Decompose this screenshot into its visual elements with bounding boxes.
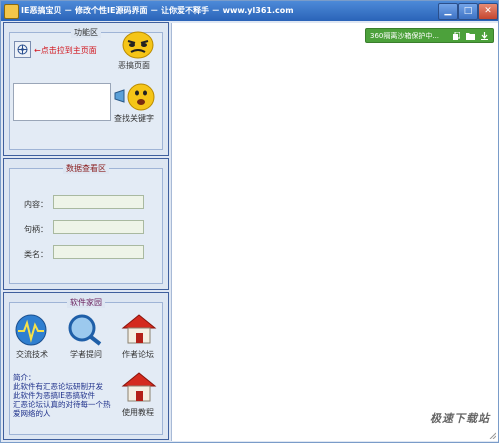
data-view-legend: 数据查看区 bbox=[63, 163, 109, 174]
window-title: IE恶搞宝贝 － 修改个性IE源码界面 － 让你爱不释手 － www.yl361… bbox=[21, 6, 294, 15]
intro-text: 简介： 此软件有汇恶论坛研制开发 此软件为恶搞IE恶搞软件 汇恶论坛认真的对待每… bbox=[13, 373, 111, 418]
tutorial-button[interactable] bbox=[121, 371, 157, 403]
prank-page-button[interactable] bbox=[121, 31, 155, 59]
watermark-text: 极速下载站 bbox=[430, 412, 490, 425]
crosshair-icon bbox=[17, 44, 28, 55]
function-area-legend: 功能区 bbox=[71, 27, 101, 38]
drag-hint-text: ←点击拉到主页面 bbox=[34, 46, 97, 55]
magnifier-icon bbox=[68, 314, 102, 346]
security-toolbar[interactable]: 360隔离沙箱保护中... bbox=[365, 28, 494, 43]
house-icon bbox=[121, 372, 157, 402]
app-icon bbox=[4, 4, 19, 19]
intro-line: 爱网络的人 bbox=[13, 409, 51, 418]
handle-label: 句柄： bbox=[24, 225, 48, 234]
minimize-icon: ▁ bbox=[444, 6, 452, 16]
tech-exchange-label: 交流技术 bbox=[16, 350, 48, 359]
ask-question-label: 学者提问 bbox=[70, 350, 102, 359]
author-forum-label: 作者论坛 bbox=[122, 350, 154, 359]
main-window: IE恶搞宝贝 － 修改个性IE源码界面 － 让你爱不释手 － www.yl361… bbox=[0, 0, 499, 443]
drag-target-button[interactable] bbox=[14, 41, 31, 58]
tutorial-label: 使用教程 bbox=[122, 408, 154, 417]
house-icon bbox=[121, 314, 157, 344]
software-home-group: 软件家园 交流技术 学者提问 作者论坛 简介： 此软件有汇恶论坛研制开发 此软件… bbox=[3, 292, 169, 440]
copy-icon[interactable] bbox=[452, 32, 460, 40]
title-bar[interactable]: IE恶搞宝贝 － 修改个性IE源码界面 － 让你爱不释手 － www.yl361… bbox=[1, 1, 498, 21]
download-icon[interactable] bbox=[481, 32, 488, 40]
angry-face-icon bbox=[122, 31, 154, 59]
target-preview-box bbox=[13, 83, 111, 121]
prank-page-label: 恶搞页面 bbox=[118, 61, 150, 70]
author-forum-button[interactable] bbox=[121, 313, 157, 345]
handle-field[interactable] bbox=[53, 220, 144, 234]
close-button[interactable]: ✕ bbox=[478, 3, 498, 20]
software-home-legend: 软件家园 bbox=[67, 297, 105, 308]
megaphone-face-icon bbox=[114, 83, 155, 111]
class-name-label: 类名： bbox=[24, 250, 48, 259]
ask-question-button[interactable] bbox=[67, 314, 103, 346]
resize-grip-icon[interactable] bbox=[488, 431, 496, 439]
intro-line: 简介： bbox=[13, 373, 36, 382]
tech-exchange-button[interactable] bbox=[14, 314, 48, 346]
left-panel: 功能区 ←点击拉到主页面 恶搞页面 查找关键字 数据查看区 内容： 句柄： 类名… bbox=[3, 22, 169, 440]
close-icon: ✕ bbox=[484, 6, 492, 16]
class-name-field[interactable] bbox=[53, 245, 144, 259]
find-keyword-label: 查找关键字 bbox=[114, 114, 154, 123]
data-view-frame: 数据查看区 内容： 句柄： 类名： bbox=[9, 163, 163, 284]
content-field[interactable] bbox=[53, 195, 144, 209]
pulse-orb-icon bbox=[15, 314, 47, 346]
function-area-frame: 功能区 ←点击拉到主页面 恶搞页面 查找关键字 bbox=[9, 27, 163, 150]
maximize-icon: □ bbox=[463, 6, 473, 16]
find-keyword-button[interactable] bbox=[114, 82, 158, 112]
intro-line: 此软件为恶搞IE恶搞软件 bbox=[13, 391, 95, 400]
intro-line: 此软件有汇恶论坛研制开发 bbox=[13, 382, 103, 391]
browser-view[interactable]: 360隔离沙箱保护中... 极速下载站 bbox=[171, 23, 498, 441]
intro-line: 汇恶论坛认真的对待每一个热 bbox=[13, 400, 111, 409]
data-view-group: 数据查看区 内容： 句柄： 类名： bbox=[3, 158, 169, 290]
security-status-text: 360隔离沙箱保护中... bbox=[370, 32, 440, 40]
content-label: 内容： bbox=[24, 200, 48, 209]
function-area-group: 功能区 ←点击拉到主页面 恶搞页面 查找关键字 bbox=[3, 22, 169, 156]
minimize-button[interactable]: ▁ bbox=[438, 3, 458, 20]
software-home-frame: 软件家园 交流技术 学者提问 作者论坛 简介： 此软件有汇恶论坛研制开发 此软件… bbox=[9, 297, 163, 435]
folder-icon[interactable] bbox=[466, 32, 475, 40]
maximize-button[interactable]: □ bbox=[458, 3, 478, 20]
